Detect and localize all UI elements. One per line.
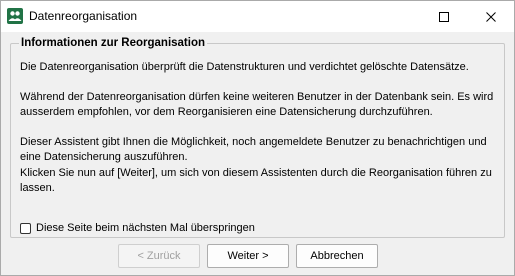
- wizard-window: Datenreorganisation Informationen zur Re…: [0, 0, 515, 276]
- info-paragraph-4: Klicken Sie nun auf [Weiter], um sich vo…: [20, 167, 492, 194]
- dialog-body: Informationen zur Reorganisation Die Dat…: [1, 32, 514, 275]
- users-app-icon: [7, 8, 23, 24]
- skip-page-option[interactable]: Diese Seite beim nächsten Mal überspring…: [20, 221, 255, 235]
- info-paragraph-2: Während der Datenreorganisation dürfen k…: [20, 91, 494, 118]
- window-title: Datenreorganisation: [29, 9, 138, 23]
- skip-page-label[interactable]: Diese Seite beim nächsten Mal überspring…: [36, 222, 255, 234]
- back-button[interactable]: < Zurück: [118, 244, 200, 268]
- maximize-button[interactable]: [421, 1, 467, 32]
- close-button[interactable]: [468, 1, 514, 32]
- title-bar[interactable]: Datenreorganisation: [1, 1, 514, 32]
- close-icon: [486, 11, 496, 22]
- info-paragraph-3: Dieser Assistent gibt Ihnen die Möglichk…: [20, 136, 487, 163]
- cancel-button[interactable]: Abbrechen: [296, 244, 378, 268]
- info-groupbox: Informationen zur Reorganisation Die Dat…: [10, 37, 505, 238]
- maximize-icon: [439, 11, 449, 22]
- info-paragraph-1: Die Datenreorganisation überprüft die Da…: [20, 61, 469, 73]
- skip-page-checkbox[interactable]: [20, 222, 31, 234]
- next-button[interactable]: Weiter >: [207, 244, 289, 268]
- groupbox-title: Informationen zur Reorganisation: [19, 37, 208, 49]
